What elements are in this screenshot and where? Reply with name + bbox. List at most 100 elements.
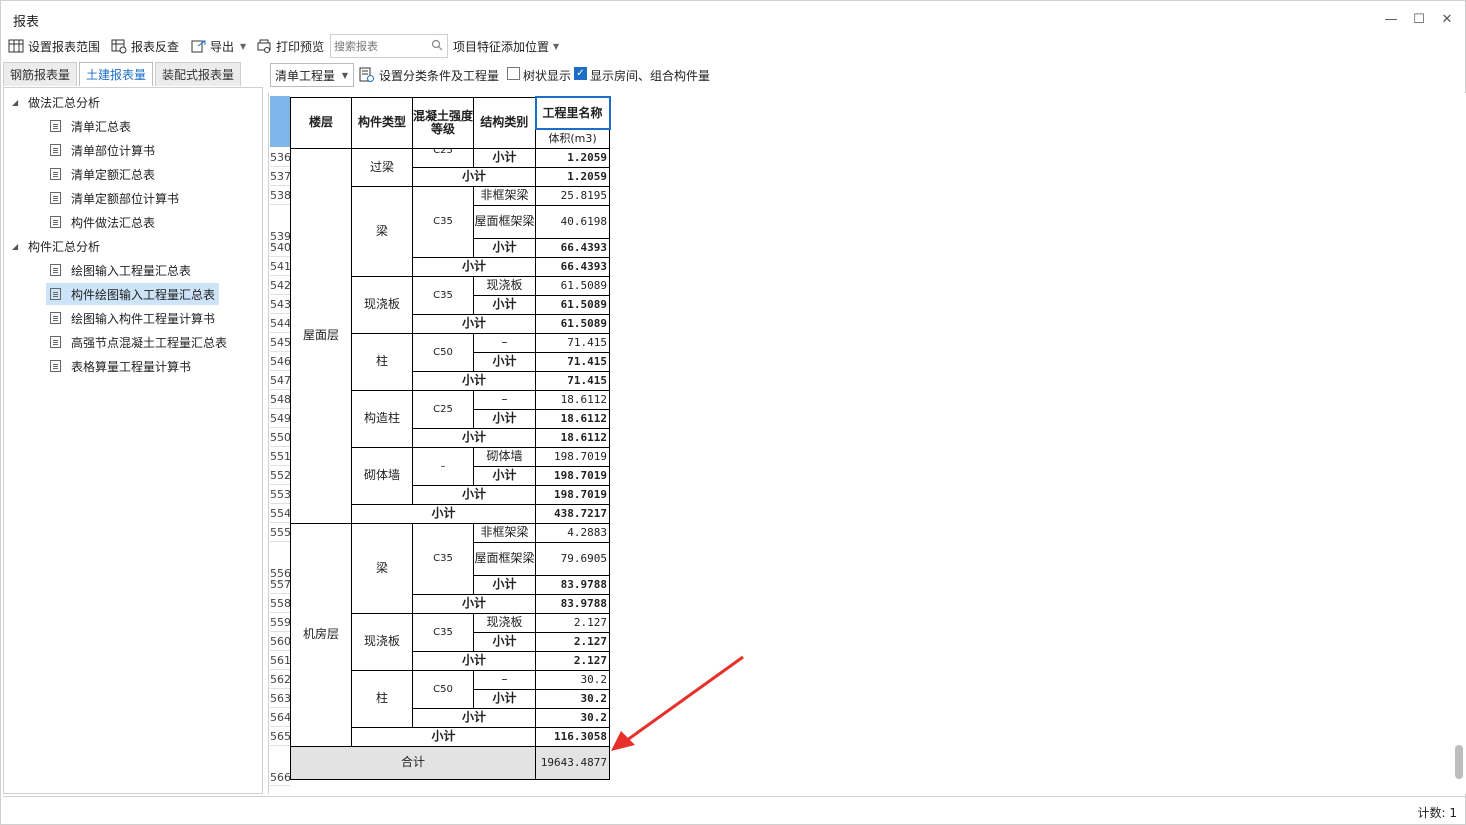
minimize-icon[interactable]: — xyxy=(1381,9,1401,29)
main-toolbar: 设置报表范围 报表反查 导出 ▼ 打印预览 项目特征添加位置 ▼ xyxy=(1,35,1465,59)
tab-rebar-report[interactable]: 钢筋报表量 xyxy=(3,62,78,86)
value-554: 438.7217 xyxy=(535,503,610,524)
tree-item[interactable]: 绘图输入构件工程量计算书 xyxy=(46,307,219,329)
tree-item[interactable]: 清单汇总表 xyxy=(46,115,135,137)
value-557: 83.9788 xyxy=(535,574,610,595)
row-number: 552 xyxy=(270,466,291,485)
document-icon xyxy=(50,144,61,156)
print-preview-icon xyxy=(256,38,272,54)
set-conditions-button[interactable]: 设置分类条件及工程量 xyxy=(379,67,499,84)
row-number: 553 xyxy=(270,485,291,504)
subtotal-label: 小计 xyxy=(412,484,536,505)
value-543: 61.5089 xyxy=(535,294,610,315)
vertical-scrollbar-thumb[interactable] xyxy=(1455,745,1463,779)
grade-c50: C50 xyxy=(412,669,474,709)
tree-item[interactable]: 清单定额汇总表 xyxy=(46,163,159,185)
struct-roof-frame-beam: 屋面框架梁 xyxy=(473,541,536,576)
set-range-button[interactable]: 设置报表范围 xyxy=(8,35,100,57)
row-number: 546 xyxy=(270,352,291,371)
caret-down-icon[interactable]: ◢ xyxy=(12,242,22,251)
tree-group-label: 构件汇总分析 xyxy=(28,239,101,254)
value-562: 30.2 xyxy=(535,669,610,690)
row-number: 536 xyxy=(270,148,291,167)
close-icon[interactable]: ✕ xyxy=(1437,9,1457,29)
count-status: 计数: 1 xyxy=(1417,806,1458,820)
row-number: 540 xyxy=(270,238,291,257)
tree-group-method-summary[interactable]: ◢ 做法汇总分析 xyxy=(12,91,100,113)
grid-settings-icon xyxy=(8,38,24,54)
export-icon xyxy=(190,38,206,54)
value-549: 18.6112 xyxy=(535,408,610,429)
value-561: 2.127 xyxy=(535,650,610,671)
document-icon xyxy=(50,288,61,300)
struct-roof-frame-beam: 屋面框架梁 xyxy=(473,204,536,239)
subtotal-label: 小计 xyxy=(412,707,536,728)
comp-column: 柱 xyxy=(351,669,413,728)
maximize-icon[interactable]: ☐ xyxy=(1409,9,1429,29)
tab-prefab-report[interactable]: 装配式报表量 xyxy=(155,62,242,86)
value-542: 61.5089 xyxy=(535,275,610,296)
tree-item[interactable]: 清单定额部位计算书 xyxy=(46,187,183,209)
status-bar: 计数: 1 xyxy=(3,796,1465,824)
search-icon[interactable] xyxy=(431,39,445,53)
subtotal-label: 小计 xyxy=(412,370,536,391)
value-537: 1.2059 xyxy=(535,166,610,187)
tree-display-label: 树状显示 xyxy=(523,69,572,83)
grade-c50: C50 xyxy=(412,332,474,372)
tab-civil-report[interactable]: 土建报表量 xyxy=(79,62,154,86)
export-button[interactable]: 导出 ▼ xyxy=(190,35,246,57)
subtotal-label: 小计 xyxy=(412,427,536,448)
row-number: 537 xyxy=(270,167,291,186)
print-preview-button[interactable]: 打印预览 xyxy=(256,35,324,57)
caret-down-icon[interactable]: ◢ xyxy=(12,98,22,107)
chevron-down-icon: ▼ xyxy=(553,41,560,51)
tree-item[interactable]: 绘图输入工程量汇总表 xyxy=(46,259,195,281)
header-structure-type: 结构类别 xyxy=(473,96,536,149)
comp-guoliang: 过梁 xyxy=(351,147,413,187)
row-number: 563 xyxy=(270,689,291,708)
grade-dash: – xyxy=(412,446,474,486)
tree-group-component-summary[interactable]: ◢ 构件汇总分析 xyxy=(12,235,100,257)
row-number: 549 xyxy=(270,409,291,428)
tree-item[interactable]: 构件做法汇总表 xyxy=(46,211,159,233)
value-548: 18.6112 xyxy=(535,389,610,410)
value-553: 198.7019 xyxy=(535,484,610,505)
row-number: 561 xyxy=(270,651,291,670)
header-quantity-name[interactable]: 工程里名称 xyxy=(534,96,611,130)
tree-item-selected[interactable]: 构件绘图输入工程量汇总表 xyxy=(46,283,220,305)
subtotal-label: 小计 xyxy=(473,408,536,429)
document-icon xyxy=(50,120,61,132)
quantity-type-select[interactable]: 清单工程量 ▼ xyxy=(270,63,354,87)
value-544: 61.5089 xyxy=(535,313,610,334)
value-563: 30.2 xyxy=(535,688,610,709)
window-title: 报表 xyxy=(13,15,40,30)
subtotal-label: 小计 xyxy=(473,688,536,709)
row-number: 565 xyxy=(270,727,291,746)
show-rooms-checkbox[interactable]: ✓ xyxy=(574,67,587,80)
tree-item[interactable]: 清单部位计算书 xyxy=(46,139,159,161)
row-number: 545 xyxy=(270,333,291,352)
row-number: 566 xyxy=(270,753,291,786)
item-feature-position-label: 项目特征添加位置 xyxy=(453,39,550,54)
set-range-label: 设置报表范围 xyxy=(28,39,101,54)
tree-item[interactable]: 表格算量工程量计算书 xyxy=(46,355,195,377)
chevron-down-icon: ▼ xyxy=(341,70,348,80)
row-number: 555 xyxy=(270,523,291,542)
item-feature-position-dropdown[interactable]: 项目特征添加位置 ▼ xyxy=(453,35,559,57)
struct-cast-slab: 现浇板 xyxy=(473,275,536,296)
document-icon xyxy=(50,360,61,372)
row-header-corner xyxy=(270,96,290,147)
subtotal-label: 小计 xyxy=(351,726,536,747)
subtotal-label: 小计 xyxy=(473,574,536,595)
grade-cut-off: C25 xyxy=(433,148,453,156)
row-number: 544 xyxy=(270,314,291,333)
report-table: 楼层 构件类型 混凝土强度等级 结构类别 工程里名称 体积(m3) 屋面层 过梁… xyxy=(290,96,611,780)
tree-item[interactable]: 高强节点混凝土工程量汇总表 xyxy=(46,331,231,353)
value-559: 2.127 xyxy=(535,612,610,633)
tree-display-checkbox[interactable] xyxy=(507,67,520,80)
reverse-check-button[interactable]: 报表反查 xyxy=(111,35,179,57)
document-icon xyxy=(50,264,61,276)
filter-settings-icon[interactable] xyxy=(359,67,374,82)
grade-c35: C35 xyxy=(412,185,474,258)
value-551: 198.7019 xyxy=(535,446,610,467)
